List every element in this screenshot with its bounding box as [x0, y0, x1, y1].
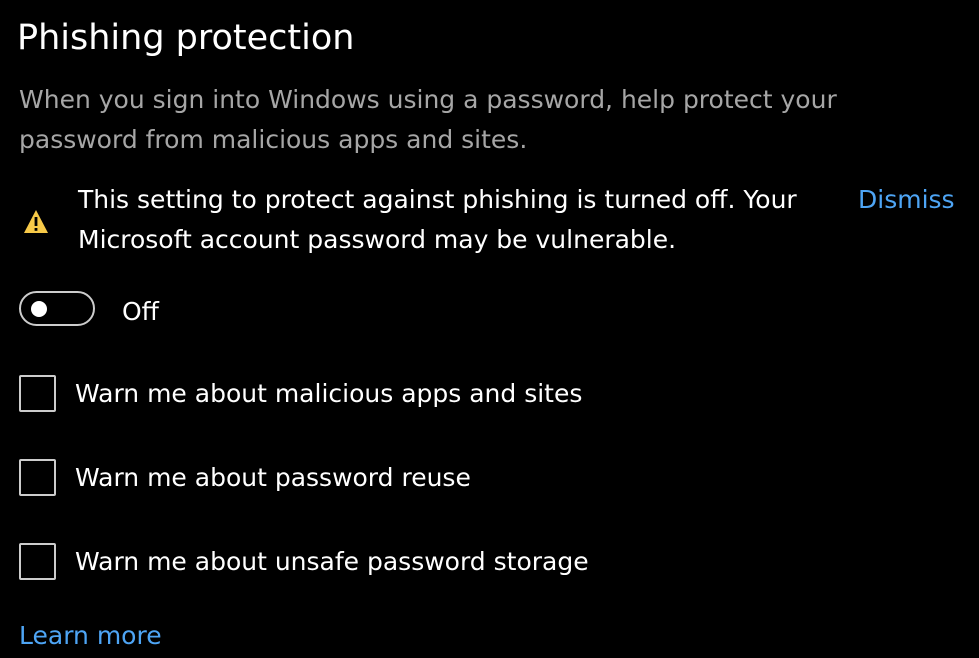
checkbox-malicious-apps[interactable]	[19, 375, 56, 412]
warning-icon	[23, 209, 49, 234]
page-description: When you sign into Windows using a passw…	[19, 85, 837, 154]
checkbox-unsafe-storage[interactable]	[19, 543, 56, 580]
page-title: Phishing protection	[17, 18, 355, 58]
checkbox-label: Warn me about password reuse	[75, 463, 471, 492]
toggle-knob	[31, 301, 47, 317]
learn-more-link[interactable]: Learn more	[19, 617, 162, 655]
warning-message: This setting to protect against phishing…	[78, 185, 797, 254]
checkbox-password-reuse[interactable]	[19, 459, 56, 496]
toggle-state-label: Off	[122, 297, 159, 326]
phishing-protection-toggle[interactable]	[19, 291, 95, 326]
dismiss-link[interactable]: Dismiss	[858, 180, 955, 220]
checkbox-label: Warn me about unsafe password storage	[75, 547, 589, 576]
checkbox-label: Warn me about malicious apps and sites	[75, 379, 583, 408]
